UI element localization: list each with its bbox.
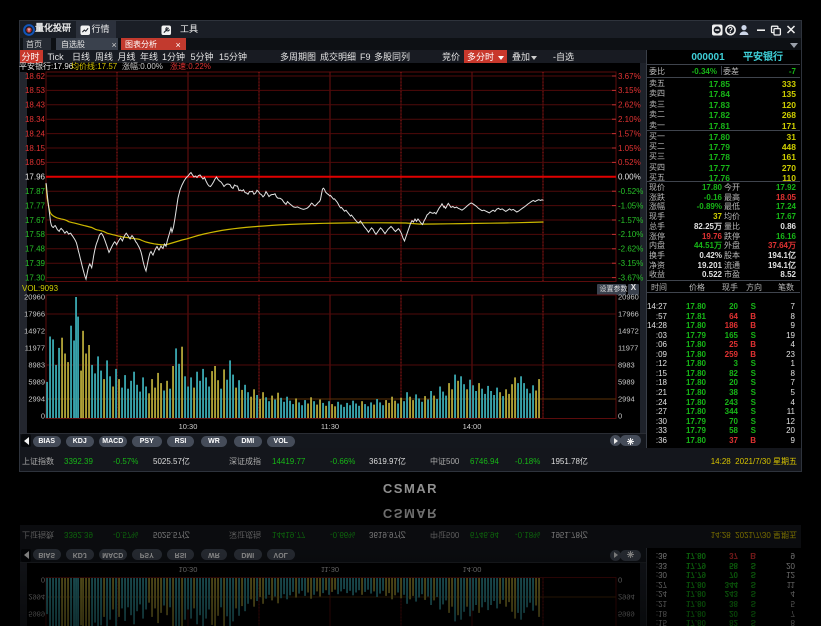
svg-text:-0.52%: -0.52% bbox=[618, 187, 643, 196]
svg-text:18.53: 18.53 bbox=[25, 86, 46, 95]
svg-text:18.15: 18.15 bbox=[25, 144, 46, 153]
svg-text:-2.62%: -2.62% bbox=[618, 245, 643, 254]
svg-text:5989: 5989 bbox=[28, 378, 45, 387]
svg-text:14:00: 14:00 bbox=[463, 422, 482, 431]
svg-text:11977: 11977 bbox=[25, 344, 45, 353]
svg-text:0.00%: 0.00% bbox=[618, 173, 641, 182]
svg-text:17.87: 17.87 bbox=[25, 187, 46, 196]
svg-text:3.15%: 3.15% bbox=[618, 86, 641, 95]
svg-text:-3.15%: -3.15% bbox=[618, 259, 643, 268]
svg-text:-3.67%: -3.67% bbox=[618, 273, 643, 282]
svg-text:8983: 8983 bbox=[28, 361, 45, 370]
svg-text:17.77: 17.77 bbox=[25, 201, 46, 210]
svg-text:14972: 14972 bbox=[24, 327, 45, 336]
svg-text:1.57%: 1.57% bbox=[618, 129, 641, 138]
svg-text:8983: 8983 bbox=[618, 361, 635, 370]
svg-text:1.05%: 1.05% bbox=[618, 144, 641, 153]
svg-text:-2.10%: -2.10% bbox=[618, 230, 643, 239]
svg-text:17.48: 17.48 bbox=[25, 245, 46, 254]
svg-text:17966: 17966 bbox=[24, 310, 45, 319]
svg-text:14972: 14972 bbox=[618, 327, 639, 336]
svg-text:-1.57%: -1.57% bbox=[618, 216, 643, 225]
svg-text:17966: 17966 bbox=[618, 310, 639, 319]
svg-text:-1.05%: -1.05% bbox=[618, 201, 643, 210]
svg-text:17.96: 17.96 bbox=[25, 173, 46, 182]
svg-text:18.62: 18.62 bbox=[25, 72, 46, 81]
svg-text:17.30: 17.30 bbox=[25, 273, 46, 282]
svg-text:11:30: 11:30 bbox=[321, 422, 339, 431]
svg-text:5989: 5989 bbox=[618, 378, 635, 387]
svg-text:17.39: 17.39 bbox=[25, 259, 46, 268]
svg-text:2994: 2994 bbox=[618, 395, 635, 404]
svg-text:10:30: 10:30 bbox=[179, 422, 198, 431]
svg-text:2994: 2994 bbox=[28, 395, 45, 404]
svg-text:11977: 11977 bbox=[618, 344, 638, 353]
svg-text:18.24: 18.24 bbox=[25, 129, 46, 138]
svg-text:17.58: 17.58 bbox=[25, 230, 46, 239]
svg-text:18.05: 18.05 bbox=[25, 158, 46, 167]
svg-text:2.10%: 2.10% bbox=[618, 115, 641, 124]
svg-text:2.62%: 2.62% bbox=[618, 101, 641, 110]
svg-text:3.67%: 3.67% bbox=[618, 72, 641, 81]
svg-text:20960: 20960 bbox=[24, 293, 45, 302]
svg-text:17.67: 17.67 bbox=[25, 216, 46, 225]
svg-text:20960: 20960 bbox=[618, 293, 639, 302]
svg-text:18.43: 18.43 bbox=[25, 101, 46, 110]
svg-text:18.34: 18.34 bbox=[25, 115, 46, 124]
svg-text:0: 0 bbox=[41, 412, 45, 421]
svg-text:0: 0 bbox=[618, 412, 622, 421]
svg-text:?: ? bbox=[728, 25, 733, 34]
svg-text:0.52%: 0.52% bbox=[618, 158, 641, 167]
